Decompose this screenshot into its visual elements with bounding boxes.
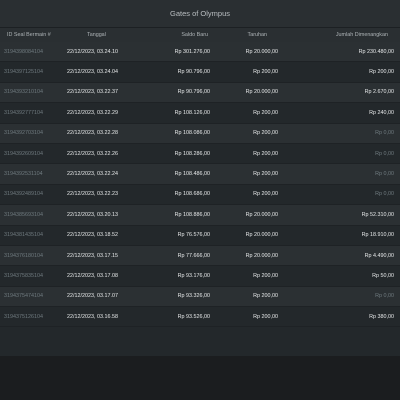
window-title: Gates of Olympus [0,0,400,28]
table-row[interactable]: 3194392703104 22/12/2023, 03.22.28 Rp 108.… [0,123,400,144]
row-saldo: Rp 108.886,00 [174,211,210,218]
round-id: 3194375126104 [4,313,43,320]
row-bet: Rp 20.000,00 [245,48,278,55]
row-win: Rp 0,00 [375,150,394,157]
row-saldo: Rp 108.686,00 [174,191,210,198]
row-date: 22/12/2023, 03.24.10 [67,48,118,55]
round-id: 3194392703104 [4,130,43,137]
row-date: 22/12/2023, 03.18.52 [67,232,118,239]
row-saldo: Rp 108.486,00 [174,171,210,178]
row-bet: Rp 200,00 [253,171,278,178]
row-saldo: Rp 108.126,00 [174,109,210,116]
round-id: 3194381435104 [4,232,43,239]
row-win: Rp 380,00 [369,313,394,320]
row-win: Rp 52.310,00 [361,211,394,218]
row-saldo: Rp 90.796,00 [177,89,210,96]
table-row[interactable]: 3194385693104 22/12/2023, 03.20.13 Rp 108.… [0,205,400,226]
row-date: 22/12/2023, 03.17.07 [67,293,118,300]
table-row[interactable]: 3194398084104 22/12/2023, 03.24.10 Rp 301.… [0,42,400,63]
row-date: 22/12/2023, 03.20.13 [67,211,118,218]
row-bet: Rp 200,00 [253,130,278,137]
row-saldo: Rp 93.326,00 [177,293,210,300]
round-id: 3194392489104 [4,191,43,198]
table-row[interactable]: 3194375474104 22/12/2023, 03.17.07 Rp 93.3… [0,286,400,308]
row-saldo: Rp 76.576,00 [177,232,210,239]
row-saldo: Rp 93.526,00 [177,313,210,320]
round-id: 3194376180104 [4,252,43,259]
row-saldo: Rp 301.276,00 [174,48,210,55]
game-history-panel: Gates of Olympus ID Seal Bermain # Tangg… [0,0,400,356]
row-saldo: Rp 108.286,00 [174,150,210,157]
row-win: Rp 200,00 [369,69,394,76]
row-date: 22/12/2023, 03.22.23 [67,191,118,198]
row-saldo: Rp 77.666,00 [177,252,210,259]
row-win: Rp 0,00 [375,191,394,198]
table-row[interactable]: 3194375835104 22/12/2023, 03.17.08 Rp 93.1… [0,266,400,287]
round-id: 3194393210104 [4,89,43,96]
round-id: 3194397125104 [4,69,43,76]
table-row[interactable]: 3194376180104 22/12/2023, 03.17.15 Rp 77.6… [0,245,400,267]
row-date: 22/12/2023, 03.24.04 [67,69,118,76]
header-date: Tanggal [87,32,106,38]
row-win: Rp 18.910,00 [361,232,394,239]
row-saldo: Rp 93.176,00 [177,272,210,279]
round-id: 3194375474104 [4,293,43,300]
table-row[interactable]: 3194375126104 22/12/2023, 03.16.58 Rp 93.5… [0,307,400,328]
round-id: 3194392531104 [4,171,43,178]
row-date: 22/12/2023, 03.22.28 [67,130,118,137]
row-win: Rp 4.490,00 [364,252,394,259]
round-id: 3194392609104 [4,150,43,157]
round-id: 3194392777104 [4,109,43,116]
header-id: ID Seal Bermain # [7,32,51,38]
header-bet: Taruhan [247,32,267,38]
row-saldo: Rp 90.796,00 [177,69,210,76]
row-win: Rp 2.670,00 [364,89,394,96]
row-date: 22/12/2023, 03.22.37 [67,89,118,96]
row-bet: Rp 200,00 [253,69,278,76]
row-bet: Rp 20.000,00 [245,211,278,218]
row-bet: Rp 20.000,00 [245,89,278,96]
row-bet: Rp 200,00 [253,150,278,157]
header-saldo: Saldo Baru [181,32,208,38]
header-win: Jumlah Dimenangkan [335,32,388,38]
round-id: 3194385693104 [4,211,43,218]
row-bet: Rp 200,00 [253,109,278,116]
round-id: 3194375835104 [4,272,43,279]
row-win: Rp 0,00 [375,171,394,178]
table-row[interactable]: 3194392489104 22/12/2023, 03.22.23 Rp 108.… [0,184,400,206]
table-row[interactable]: 3194393210104 22/12/2023, 03.22.37 Rp 90.7… [0,82,400,104]
row-date: 22/12/2023, 03.22.29 [67,109,118,116]
row-date: 22/12/2023, 03.22.24 [67,171,118,178]
table-row[interactable]: 3194381435104 22/12/2023, 03.18.52 Rp 76.5… [0,225,400,246]
row-date: 22/12/2023, 03.22.26 [67,150,118,157]
row-saldo: Rp 108.086,00 [174,130,210,137]
table-row[interactable]: 3194397125104 22/12/2023, 03.24.04 Rp 90.7… [0,62,400,83]
row-date: 22/12/2023, 03.16.58 [67,313,118,320]
table-header: ID Seal Bermain # Tanggal Saldo Baru Tar… [0,28,400,42]
table-row[interactable]: 3194392609104 22/12/2023, 03.22.26 Rp 108.… [0,143,400,165]
row-bet: Rp 20.000,00 [245,232,278,239]
row-win: Rp 240,00 [369,109,394,116]
row-win: Rp 0,00 [375,130,394,137]
row-win: Rp 0,00 [375,293,394,300]
row-date: 22/12/2023, 03.17.08 [67,272,118,279]
row-bet: Rp 200,00 [253,313,278,320]
row-bet: Rp 200,00 [253,272,278,279]
table-row[interactable]: 3194392777104 22/12/2023, 03.22.29 Rp 108.… [0,103,400,124]
table-body: 3194398084104 22/12/2023, 03.24.10 Rp 301.… [0,42,400,328]
row-win: Rp 50,00 [372,272,394,279]
row-bet: Rp 200,00 [253,293,278,300]
table-row[interactable]: 3194392531104 22/12/2023, 03.22.24 Rp 108.… [0,164,400,185]
row-date: 22/12/2023, 03.17.15 [67,252,118,259]
bottom-area [0,356,400,400]
row-bet: Rp 20.000,00 [245,252,278,259]
row-win: Rp 230.480,00 [358,48,394,55]
row-bet: Rp 200,00 [253,191,278,198]
round-id: 3194398084104 [4,48,43,55]
